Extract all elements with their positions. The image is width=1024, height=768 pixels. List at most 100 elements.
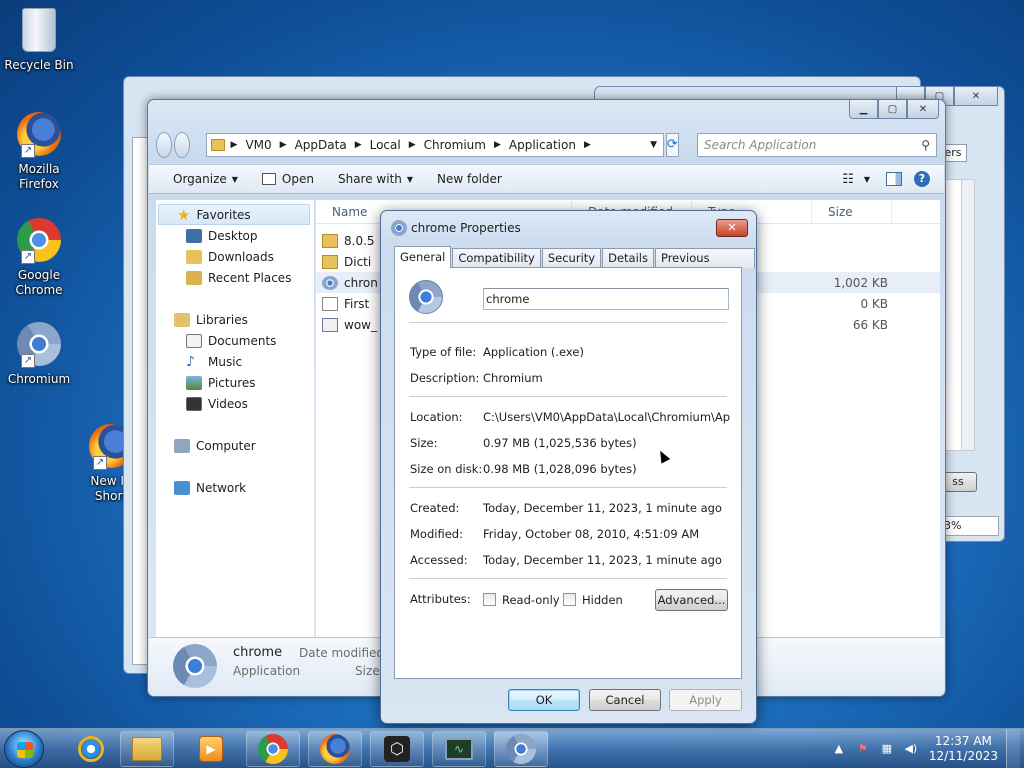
breadcrumb-item[interactable]: Application ▶ xyxy=(509,138,599,152)
close-button[interactable]: ✕ xyxy=(716,219,748,237)
preview-pane-icon[interactable] xyxy=(886,172,902,186)
recycle-bin-icon xyxy=(15,6,63,54)
nav-item-pictures[interactable]: Pictures xyxy=(156,372,314,393)
breadcrumb-item[interactable]: VM0 ▶ xyxy=(245,138,294,152)
accessed-value: Today, December 11, 2023, 1 minute ago xyxy=(483,553,722,567)
recent-places-icon xyxy=(186,270,202,285)
ok-button[interactable]: OK xyxy=(508,689,580,711)
maximize-button[interactable]: ▢ xyxy=(878,100,907,119)
type-label: Type of file: xyxy=(410,345,477,359)
close-button[interactable]: ✕ xyxy=(954,87,998,106)
application-icon xyxy=(322,317,338,332)
desktop-icon xyxy=(186,228,202,243)
scrollbar[interactable] xyxy=(961,179,975,451)
details-name: chrome xyxy=(233,645,283,660)
open-button[interactable]: Open xyxy=(250,172,326,186)
cancel-button[interactable]: Cancel xyxy=(589,689,661,711)
advanced-button[interactable]: Advanced... xyxy=(655,589,728,611)
nav-item-documents[interactable]: Documents xyxy=(156,330,314,351)
details-type: Application xyxy=(233,664,301,678)
taskbar-media-player[interactable]: ▶ xyxy=(184,731,238,767)
taskbar-firefox[interactable] xyxy=(308,731,362,767)
search-icon: ⚲ xyxy=(921,138,930,152)
taskbar-unity[interactable]: ⬡ xyxy=(370,731,424,767)
new-folder-button[interactable]: New folder xyxy=(425,172,514,186)
taskbar: ▶ ⬡ ∿ ▲ ⚑ ▦ ◀) 12:37 AM 12/11/2023 xyxy=(0,728,1024,768)
folder-icon xyxy=(322,233,338,248)
desktop-icon-label: Mozilla Firefox xyxy=(18,162,60,191)
chevron-down-icon[interactable]: ▼ xyxy=(645,140,663,150)
open-icon xyxy=(261,173,276,185)
modified-label: Modified: xyxy=(410,527,463,541)
breadcrumb-item[interactable]: Chromium ▶ xyxy=(424,138,509,152)
help-icon[interactable]: ? xyxy=(914,171,930,187)
read-only-label[interactable]: Read-only xyxy=(502,593,560,607)
refresh-button[interactable]: ⟳ xyxy=(665,133,679,157)
taskbar-task-manager[interactable]: ∿ xyxy=(432,731,486,767)
tab-security[interactable]: Security xyxy=(541,248,602,268)
taskbar-internet-explorer[interactable] xyxy=(64,731,118,767)
downloads-icon xyxy=(186,249,202,264)
apply-button[interactable]: Apply xyxy=(669,689,742,711)
close-button[interactable]: ✕ xyxy=(907,100,939,119)
network-status-icon[interactable]: ▦ xyxy=(879,742,895,756)
show-desktop-button[interactable] xyxy=(1006,729,1020,768)
windows-logo-icon xyxy=(17,742,33,758)
tab-general[interactable]: General xyxy=(394,246,452,268)
view-options-icon[interactable]: ☷ xyxy=(842,172,854,187)
nav-libraries[interactable]: Libraries xyxy=(156,309,314,330)
chromium-icon xyxy=(322,275,338,290)
nav-computer[interactable]: Computer xyxy=(156,435,314,456)
forward-button[interactable] xyxy=(173,132,190,158)
task-manager-icon: ∿ xyxy=(445,738,473,760)
modified-value: Friday, October 08, 2010, 4:51:09 AM xyxy=(483,527,700,541)
nav-item-recent-places[interactable]: Recent Places xyxy=(156,267,314,288)
window-caption-buttons: ▁ ▢ ✕ xyxy=(849,100,939,119)
nav-item-music[interactable]: ♪ Music xyxy=(156,351,314,372)
network-icon xyxy=(174,480,190,495)
volume-icon[interactable]: ◀) xyxy=(903,742,919,756)
share-with-button[interactable]: Share with ▼ xyxy=(326,172,425,186)
desktop-icon-chromium[interactable]: ↗ Chromium xyxy=(4,320,74,387)
tab-details[interactable]: Details xyxy=(602,248,654,268)
folder-icon xyxy=(322,254,338,269)
properties-dialog[interactable]: chrome Properties ✕ General Compatibilit… xyxy=(380,210,757,724)
hidden-checkbox[interactable] xyxy=(563,593,576,606)
start-button[interactable] xyxy=(4,730,44,768)
minimize-button[interactable]: ▁ xyxy=(849,100,878,119)
attributes-label: Attributes: xyxy=(410,592,471,606)
back-button[interactable] xyxy=(156,132,172,158)
read-only-checkbox[interactable] xyxy=(483,593,496,606)
chevron-down-icon[interactable]: ▼ xyxy=(864,175,870,184)
desktop-icon-recycle-bin[interactable]: Recycle Bin xyxy=(4,6,74,73)
show-hidden-icons-icon[interactable]: ▲ xyxy=(831,742,847,756)
internet-explorer-icon xyxy=(78,736,104,762)
taskbar-chromium[interactable] xyxy=(494,731,548,767)
desktop-icon-chrome[interactable]: ↗ Google Chrome xyxy=(4,216,74,298)
address-bar[interactable]: ▶ VM0 ▶ AppData ▶ Local ▶ Chromium ▶ Applica… xyxy=(205,133,664,157)
nav-favorites[interactable]: ★ Favorites xyxy=(158,204,310,225)
dialog-title: chrome Properties xyxy=(411,221,521,235)
nav-item-desktop[interactable]: Desktop xyxy=(156,225,314,246)
background-percent: 3% xyxy=(939,516,999,536)
organize-button[interactable]: Organize ▼ xyxy=(149,172,250,186)
clock[interactable]: 12:37 AM 12/11/2023 xyxy=(929,734,998,764)
nav-network[interactable]: Network xyxy=(156,477,314,498)
location-label: Location: xyxy=(410,410,463,424)
hidden-label[interactable]: Hidden xyxy=(582,593,623,607)
command-bar: Organize ▼ Open Share with ▼ New folder ☷ … xyxy=(149,164,944,194)
tab-previous-versions[interactable]: Previous Versions xyxy=(654,248,755,284)
desktop-icon-firefox[interactable]: ↗ Mozilla Firefox xyxy=(4,110,74,192)
chromium-icon xyxy=(506,734,536,764)
column-size[interactable]: Size xyxy=(812,200,892,223)
tab-compatibility[interactable]: Compatibility xyxy=(452,248,541,268)
breadcrumb-item[interactable]: Local ▶ xyxy=(370,138,424,152)
breadcrumb-item[interactable]: AppData ▶ xyxy=(295,138,370,152)
action-center-icon[interactable]: ⚑ xyxy=(855,742,871,756)
file-name-field[interactable]: chrome xyxy=(483,288,729,310)
nav-item-downloads[interactable]: Downloads xyxy=(156,246,314,267)
taskbar-explorer[interactable] xyxy=(120,731,174,767)
search-input[interactable]: Search Application ⚲ xyxy=(697,133,937,157)
taskbar-chrome[interactable] xyxy=(246,731,300,767)
nav-item-videos[interactable]: Videos xyxy=(156,393,314,414)
